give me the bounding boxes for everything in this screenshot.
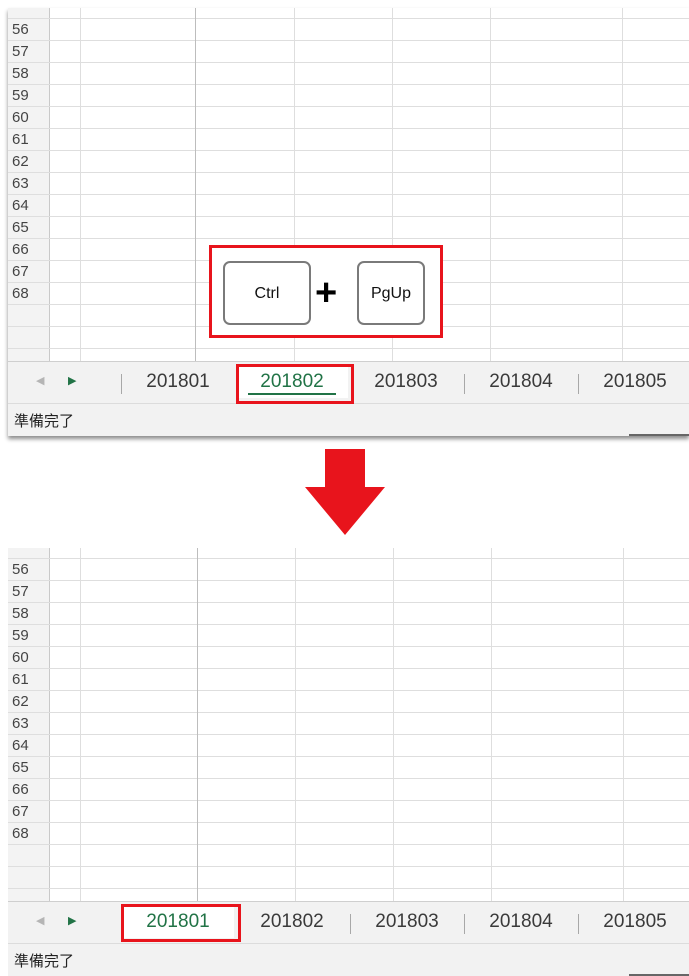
grid-line (8, 62, 689, 63)
row-number[interactable]: 59 (12, 625, 48, 647)
grid-line (8, 888, 689, 889)
grid-line (8, 40, 689, 41)
grid-line (8, 348, 689, 349)
grid-line (8, 602, 689, 603)
grid-line (393, 548, 394, 901)
grid-line (8, 734, 689, 735)
sheet-tab[interactable]: 201801 (122, 366, 234, 398)
row-number[interactable]: 56 (12, 559, 48, 581)
row-number[interactable]: 64 (12, 195, 48, 217)
scroll-right-icon[interactable]: ▶ (68, 913, 78, 929)
sheet-tab[interactable]: 201804 (465, 906, 577, 938)
sheet-tab[interactable]: 201802 (236, 906, 348, 938)
grid-line (8, 172, 689, 173)
row-number[interactable]: 62 (12, 151, 48, 173)
grid-line (80, 548, 81, 901)
status-bar-edge (629, 434, 689, 436)
grid-line (8, 646, 689, 647)
excel-window-before: 56 57 58 59 60 61 62 63 64 65 66 67 68 ◀… (8, 8, 689, 436)
grid-line (80, 8, 81, 361)
grid-line (197, 548, 198, 901)
grid-line (622, 8, 623, 361)
row-number[interactable]: 64 (12, 735, 48, 757)
grid-line (8, 756, 689, 757)
grid-line (8, 668, 689, 669)
row-number[interactable]: 62 (12, 691, 48, 713)
status-bar: 準備完了 (8, 403, 689, 436)
row-number[interactable]: 57 (12, 581, 48, 603)
grid-line (8, 822, 689, 823)
worksheet-grid[interactable]: 56 57 58 59 60 61 62 63 64 65 66 67 68 (8, 548, 689, 901)
row-number[interactable]: 60 (12, 647, 48, 669)
status-bar: 準備完了 (8, 943, 689, 976)
grid-line (8, 800, 689, 801)
arrow-down-icon (305, 449, 385, 535)
active-tab-highlight (121, 904, 241, 942)
grid-line (8, 778, 689, 779)
sheet-tab[interactable]: 201805 (579, 906, 689, 938)
ctrl-key-icon: Ctrl (223, 261, 311, 325)
sheet-tab[interactable]: 201805 (579, 366, 689, 398)
grid-line (295, 548, 296, 901)
grid-line (8, 690, 689, 691)
row-number[interactable]: 61 (12, 129, 48, 151)
plus-sign: + (315, 272, 338, 314)
grid-line (8, 580, 689, 581)
grid-line (491, 548, 492, 901)
shortcut-callout: Ctrl + PgUp (209, 245, 443, 338)
row-number[interactable]: 63 (12, 173, 48, 195)
row-number[interactable]: 66 (12, 779, 48, 801)
active-tab-highlight (236, 364, 354, 404)
status-text: 準備完了 (14, 412, 75, 430)
grid-line (8, 558, 689, 559)
grid-line (8, 106, 689, 107)
grid-line (8, 216, 689, 217)
grid-line (8, 866, 689, 867)
pgup-key-icon: PgUp (357, 261, 425, 325)
scroll-left-icon[interactable]: ◀ (36, 373, 46, 389)
row-number[interactable]: 65 (12, 217, 48, 239)
grid-line (8, 194, 689, 195)
row-number[interactable]: 59 (12, 85, 48, 107)
grid-line (490, 8, 491, 361)
row-number[interactable]: 61 (12, 669, 48, 691)
grid-line (8, 84, 689, 85)
row-number[interactable]: 56 (12, 19, 48, 41)
row-number[interactable]: 57 (12, 41, 48, 63)
ctrl-key-label: Ctrl (254, 285, 280, 302)
row-number[interactable]: 67 (12, 801, 48, 823)
scroll-right-icon[interactable]: ▶ (68, 373, 78, 389)
scroll-left-icon[interactable]: ◀ (36, 913, 46, 929)
grid-line (195, 8, 196, 361)
grid-line (623, 548, 624, 901)
row-number[interactable]: 68 (12, 283, 48, 305)
status-text: 準備完了 (14, 952, 75, 970)
grid-line (8, 238, 689, 239)
grid-line (8, 712, 689, 713)
row-number[interactable]: 68 (12, 823, 48, 845)
grid-line (8, 128, 689, 129)
row-number[interactable]: 60 (12, 107, 48, 129)
sheet-tab[interactable]: 201803 (351, 906, 463, 938)
grid-line (8, 150, 689, 151)
sheet-tab[interactable]: 201804 (465, 366, 577, 398)
row-number[interactable]: 63 (12, 713, 48, 735)
row-number[interactable]: 65 (12, 757, 48, 779)
row-number[interactable]: 67 (12, 261, 48, 283)
row-number[interactable]: 66 (12, 239, 48, 261)
grid-line (8, 844, 689, 845)
row-number[interactable]: 58 (12, 603, 48, 625)
sheet-tab[interactable]: 201803 (350, 366, 462, 398)
grid-line (8, 18, 689, 19)
row-number[interactable]: 58 (12, 63, 48, 85)
grid-line (8, 624, 689, 625)
sheet-tab-bar: ◀ ▶ 201801 201802 201803 201804 201805 (8, 901, 689, 943)
pgup-key-label: PgUp (370, 285, 412, 302)
excel-window-after: 56 57 58 59 60 61 62 63 64 65 66 67 68 ◀… (8, 548, 689, 976)
